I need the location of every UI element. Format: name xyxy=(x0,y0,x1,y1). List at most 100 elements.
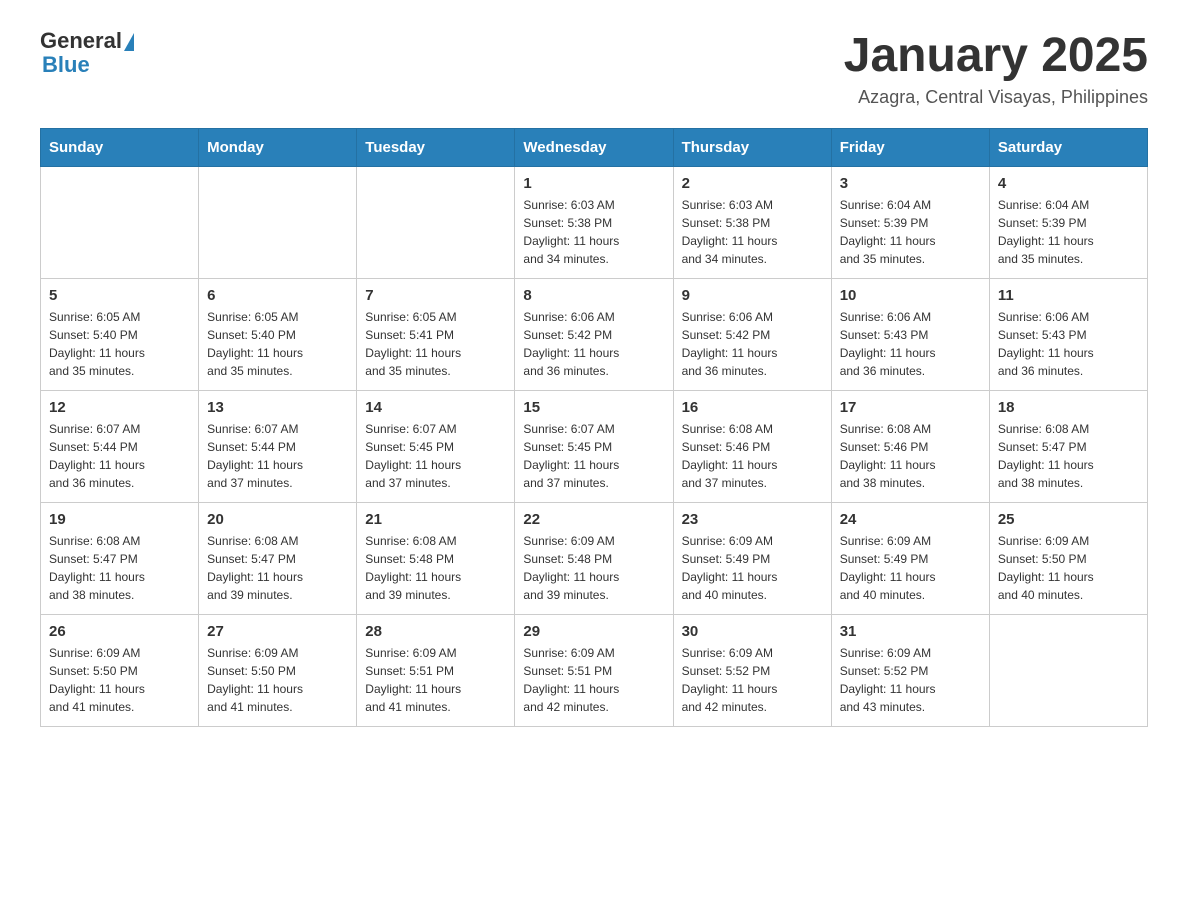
calendar-body: 1 Sunrise: 6:03 AM Sunset: 5:38 PM Daylig… xyxy=(41,166,1148,726)
day-number: 31 xyxy=(840,623,981,640)
day-info: Sunrise: 6:06 AM Sunset: 5:43 PM Dayligh… xyxy=(840,308,981,380)
day-info: Sunrise: 6:08 AM Sunset: 5:46 PM Dayligh… xyxy=(840,420,981,492)
calendar-cell: 5 Sunrise: 6:05 AM Sunset: 5:40 PM Daylig… xyxy=(41,278,199,390)
day-of-week-header: Monday xyxy=(199,128,357,166)
day-number: 11 xyxy=(998,287,1139,304)
day-info: Sunrise: 6:06 AM Sunset: 5:42 PM Dayligh… xyxy=(523,308,664,380)
calendar-cell: 21 Sunrise: 6:08 AM Sunset: 5:48 PM Dayli… xyxy=(357,502,515,614)
day-info: Sunrise: 6:09 AM Sunset: 5:49 PM Dayligh… xyxy=(840,532,981,604)
day-info: Sunrise: 6:09 AM Sunset: 5:52 PM Dayligh… xyxy=(682,644,823,716)
day-number: 10 xyxy=(840,287,981,304)
day-number: 12 xyxy=(49,399,190,416)
day-info: Sunrise: 6:07 AM Sunset: 5:45 PM Dayligh… xyxy=(365,420,506,492)
calendar-cell: 14 Sunrise: 6:07 AM Sunset: 5:45 PM Dayli… xyxy=(357,390,515,502)
day-number: 20 xyxy=(207,511,348,528)
calendar-cell: 15 Sunrise: 6:07 AM Sunset: 5:45 PM Dayli… xyxy=(515,390,673,502)
day-of-week-header: Tuesday xyxy=(357,128,515,166)
calendar-cell: 4 Sunrise: 6:04 AM Sunset: 5:39 PM Daylig… xyxy=(989,166,1147,278)
day-number: 9 xyxy=(682,287,823,304)
day-info: Sunrise: 6:07 AM Sunset: 5:44 PM Dayligh… xyxy=(49,420,190,492)
day-info: Sunrise: 6:09 AM Sunset: 5:52 PM Dayligh… xyxy=(840,644,981,716)
calendar-cell: 17 Sunrise: 6:08 AM Sunset: 5:46 PM Dayli… xyxy=(831,390,989,502)
calendar-header: SundayMondayTuesdayWednesdayThursdayFrid… xyxy=(41,128,1148,166)
day-number: 23 xyxy=(682,511,823,528)
day-number: 2 xyxy=(682,175,823,192)
calendar-cell: 27Sunrise: 6:09 AM Sunset: 5:50 PM Dayli… xyxy=(199,614,357,726)
day-number: 25 xyxy=(998,511,1139,528)
calendar-week-row: 12 Sunrise: 6:07 AM Sunset: 5:44 PM Dayli… xyxy=(41,390,1148,502)
month-title: January 2025 xyxy=(844,30,1148,83)
logo: General Blue xyxy=(40,30,134,76)
day-number: 5 xyxy=(49,287,190,304)
calendar-cell: 1 Sunrise: 6:03 AM Sunset: 5:38 PM Daylig… xyxy=(515,166,673,278)
calendar-cell: 16Sunrise: 6:08 AM Sunset: 5:46 PM Dayli… xyxy=(673,390,831,502)
day-info: Sunrise: 6:05 AM Sunset: 5:40 PM Dayligh… xyxy=(207,308,348,380)
calendar-week-row: 19Sunrise: 6:08 AM Sunset: 5:47 PM Dayli… xyxy=(41,502,1148,614)
calendar-cell: 7 Sunrise: 6:05 AM Sunset: 5:41 PM Daylig… xyxy=(357,278,515,390)
day-number: 15 xyxy=(523,399,664,416)
day-number: 22 xyxy=(523,511,664,528)
day-number: 7 xyxy=(365,287,506,304)
day-info: Sunrise: 6:04 AM Sunset: 5:39 PM Dayligh… xyxy=(840,196,981,268)
day-info: Sunrise: 6:09 AM Sunset: 5:50 PM Dayligh… xyxy=(998,532,1139,604)
calendar-cell: 22 Sunrise: 6:09 AM Sunset: 5:48 PM Dayli… xyxy=(515,502,673,614)
calendar-cell: 3 Sunrise: 6:04 AM Sunset: 5:39 PM Daylig… xyxy=(831,166,989,278)
day-info: Sunrise: 6:05 AM Sunset: 5:40 PM Dayligh… xyxy=(49,308,190,380)
day-of-week-header: Sunday xyxy=(41,128,199,166)
calendar-week-row: 1 Sunrise: 6:03 AM Sunset: 5:38 PM Daylig… xyxy=(41,166,1148,278)
day-info: Sunrise: 6:03 AM Sunset: 5:38 PM Dayligh… xyxy=(682,196,823,268)
calendar-cell: 10 Sunrise: 6:06 AM Sunset: 5:43 PM Dayli… xyxy=(831,278,989,390)
day-number: 26 xyxy=(49,623,190,640)
day-info: Sunrise: 6:08 AM Sunset: 5:47 PM Dayligh… xyxy=(998,420,1139,492)
day-info: Sunrise: 6:03 AM Sunset: 5:38 PM Dayligh… xyxy=(523,196,664,268)
day-info: Sunrise: 6:04 AM Sunset: 5:39 PM Dayligh… xyxy=(998,196,1139,268)
day-of-week-header: Saturday xyxy=(989,128,1147,166)
title-area: January 2025 Azagra, Central Visayas, Ph… xyxy=(844,30,1148,108)
day-number: 21 xyxy=(365,511,506,528)
calendar-cell: 9 Sunrise: 6:06 AM Sunset: 5:42 PM Daylig… xyxy=(673,278,831,390)
day-info: Sunrise: 6:09 AM Sunset: 5:51 PM Dayligh… xyxy=(365,644,506,716)
logo-text: General xyxy=(40,30,134,52)
day-number: 19 xyxy=(49,511,190,528)
day-number: 13 xyxy=(207,399,348,416)
calendar-cell: 19Sunrise: 6:08 AM Sunset: 5:47 PM Dayli… xyxy=(41,502,199,614)
calendar-cell: 6 Sunrise: 6:05 AM Sunset: 5:40 PM Daylig… xyxy=(199,278,357,390)
day-number: 4 xyxy=(998,175,1139,192)
day-info: Sunrise: 6:08 AM Sunset: 5:48 PM Dayligh… xyxy=(365,532,506,604)
days-of-week-row: SundayMondayTuesdayWednesdayThursdayFrid… xyxy=(41,128,1148,166)
day-info: Sunrise: 6:05 AM Sunset: 5:41 PM Dayligh… xyxy=(365,308,506,380)
calendar-table: SundayMondayTuesdayWednesdayThursdayFrid… xyxy=(40,128,1148,727)
calendar-week-row: 26Sunrise: 6:09 AM Sunset: 5:50 PM Dayli… xyxy=(41,614,1148,726)
day-info: Sunrise: 6:06 AM Sunset: 5:43 PM Dayligh… xyxy=(998,308,1139,380)
day-of-week-header: Thursday xyxy=(673,128,831,166)
day-number: 17 xyxy=(840,399,981,416)
calendar-cell xyxy=(357,166,515,278)
day-of-week-header: Wednesday xyxy=(515,128,673,166)
day-number: 1 xyxy=(523,175,664,192)
logo-general: General xyxy=(40,30,122,52)
page-header: General Blue January 2025 Azagra, Centra… xyxy=(40,30,1148,108)
day-info: Sunrise: 6:07 AM Sunset: 5:45 PM Dayligh… xyxy=(523,420,664,492)
calendar-cell: 20Sunrise: 6:08 AM Sunset: 5:47 PM Dayli… xyxy=(199,502,357,614)
day-number: 14 xyxy=(365,399,506,416)
day-number: 28 xyxy=(365,623,506,640)
calendar-cell: 28 Sunrise: 6:09 AM Sunset: 5:51 PM Dayli… xyxy=(357,614,515,726)
day-info: Sunrise: 6:09 AM Sunset: 5:51 PM Dayligh… xyxy=(523,644,664,716)
day-number: 3 xyxy=(840,175,981,192)
logo-triangle-icon xyxy=(124,33,134,51)
day-info: Sunrise: 6:09 AM Sunset: 5:49 PM Dayligh… xyxy=(682,532,823,604)
day-number: 6 xyxy=(207,287,348,304)
day-number: 8 xyxy=(523,287,664,304)
day-number: 18 xyxy=(998,399,1139,416)
day-info: Sunrise: 6:08 AM Sunset: 5:46 PM Dayligh… xyxy=(682,420,823,492)
calendar-cell: 24 Sunrise: 6:09 AM Sunset: 5:49 PM Dayli… xyxy=(831,502,989,614)
calendar-cell xyxy=(989,614,1147,726)
day-number: 24 xyxy=(840,511,981,528)
day-info: Sunrise: 6:09 AM Sunset: 5:48 PM Dayligh… xyxy=(523,532,664,604)
day-number: 30 xyxy=(682,623,823,640)
day-info: Sunrise: 6:06 AM Sunset: 5:42 PM Dayligh… xyxy=(682,308,823,380)
calendar-cell: 26Sunrise: 6:09 AM Sunset: 5:50 PM Dayli… xyxy=(41,614,199,726)
calendar-cell xyxy=(199,166,357,278)
calendar-cell: 23 Sunrise: 6:09 AM Sunset: 5:49 PM Dayli… xyxy=(673,502,831,614)
calendar-cell: 8 Sunrise: 6:06 AM Sunset: 5:42 PM Daylig… xyxy=(515,278,673,390)
